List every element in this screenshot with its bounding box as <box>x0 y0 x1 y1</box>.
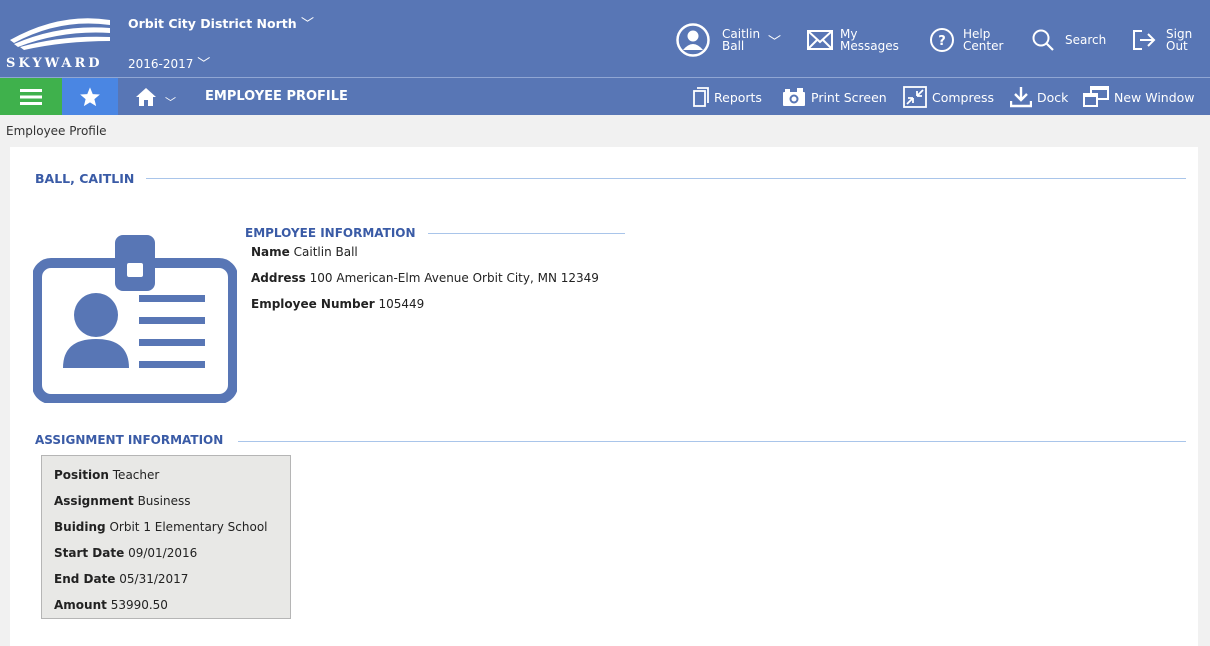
employee-number-value: 105449 <box>378 297 425 311</box>
divider <box>146 178 1186 179</box>
chevron-down-icon: ﹀ <box>301 17 315 32</box>
school-year: 2016-2017 <box>128 57 194 71</box>
district-selector[interactable]: Orbit City District North ﹀ <box>128 13 314 32</box>
my-messages-button[interactable]: My Messages <box>806 20 899 60</box>
employee-name-field: Name Caitlin Ball <box>251 245 358 259</box>
skyward-logo[interactable]: SKYWARD <box>0 0 115 77</box>
logo-wordmark: SKYWARD <box>6 56 103 71</box>
messages-label-line2: Messages <box>840 39 899 53</box>
start-date-label: Start Date <box>54 546 125 560</box>
top-header: SKYWARD Orbit City District North ﹀ 2016… <box>0 0 1210 77</box>
breadcrumb-bar: Employee Profile <box>0 115 1210 147</box>
help-label-line2: Center <box>963 39 1004 53</box>
end-date-label: End Date <box>54 572 116 586</box>
chevron-down-icon: ﹀ <box>197 57 211 72</box>
envelope-icon <box>807 30 833 50</box>
amount-field: Amount 53990.50 <box>54 598 168 612</box>
id-card-icon <box>33 235 237 403</box>
divider <box>428 233 625 234</box>
page-title: EMPLOYEE PROFILE <box>205 89 348 104</box>
employee-info-heading: EMPLOYEE INFORMATION <box>245 226 416 240</box>
compress-button[interactable]: Compress <box>903 85 994 109</box>
home-button[interactable]: ﹀ <box>118 78 193 115</box>
building-value: Orbit 1 Elementary School <box>109 520 268 534</box>
compress-icon <box>903 86 927 108</box>
amount-value: 53990.50 <box>110 598 168 612</box>
new-window-label: New Window <box>1114 89 1195 105</box>
end-date-value: 05/31/2017 <box>119 572 189 586</box>
assignment-info-heading: ASSIGNMENT INFORMATION <box>35 433 224 447</box>
print-screen-label: Print Screen <box>811 89 887 105</box>
new-window-button[interactable]: New Window <box>1083 85 1195 109</box>
dock-label: Dock <box>1037 89 1069 105</box>
building-field: Buiding Orbit 1 Elementary School <box>54 520 268 534</box>
employee-profile-panel: BALL, CAITLIN EMPLOYEE INFORMATION Name … <box>10 147 1198 646</box>
navigation-bar: ﹀ EMPLOYEE PROFILE Reports Print Screen … <box>0 77 1210 115</box>
reports-icon <box>693 87 709 107</box>
star-icon <box>80 86 100 106</box>
avatar-icon <box>676 23 710 57</box>
camera-icon <box>783 88 805 106</box>
amount-label: Amount <box>54 598 107 612</box>
breadcrumb: Employee Profile <box>6 124 107 138</box>
print-screen-button[interactable]: Print Screen <box>782 85 887 109</box>
start-date-value: 09/01/2016 <box>128 546 198 560</box>
user-menu[interactable]: Caitlin Ball ﹀ <box>676 20 781 60</box>
employee-name-heading: BALL, CAITLIN <box>35 171 135 186</box>
help-icon: ? <box>930 28 954 52</box>
signout-label-line2: Out <box>1166 39 1188 53</box>
search-icon <box>1032 29 1054 51</box>
position-field: Position Teacher <box>54 468 159 482</box>
compress-label: Compress <box>932 89 995 105</box>
name-label: Name <box>251 245 290 259</box>
assignment-value: Business <box>137 494 191 508</box>
reports-button[interactable]: Reports <box>693 85 762 109</box>
search-label: Search <box>1065 33 1107 47</box>
position-label: Position <box>54 468 109 482</box>
search-button[interactable]: Search <box>1031 20 1106 60</box>
main-menu-button[interactable] <box>0 78 62 115</box>
employee-address-field: Address 100 American-Elm Avenue Orbit Ci… <box>251 271 599 285</box>
home-icon <box>136 87 156 106</box>
building-label: Buiding <box>54 520 106 534</box>
hamburger-icon <box>20 88 42 105</box>
sign-out-icon <box>1133 30 1156 50</box>
favorites-button[interactable] <box>62 78 118 115</box>
position-value: Teacher <box>112 468 160 482</box>
dock-icon <box>1010 87 1032 108</box>
new-window-icon <box>1083 86 1109 107</box>
chevron-down-icon: ﹀ <box>165 95 176 109</box>
help-center-button[interactable]: ? Help Center <box>929 20 1003 60</box>
employee-number-field: Employee Number 105449 <box>251 297 424 311</box>
assignment-label: Assignment <box>54 494 134 508</box>
assignment-field: Assignment Business <box>54 494 191 508</box>
year-selector[interactable]: 2016-2017 ﹀ <box>128 53 210 72</box>
svg-text:?: ? <box>938 34 946 49</box>
address-label: Address <box>251 271 306 285</box>
start-date-field: Start Date 09/01/2016 <box>54 546 197 560</box>
user-last-name: Ball <box>722 39 745 53</box>
reports-label: Reports <box>714 89 762 105</box>
divider <box>238 441 1186 442</box>
dock-button[interactable]: Dock <box>1010 85 1068 109</box>
address-value: 100 American-Elm Avenue Orbit City, MN 1… <box>309 271 599 285</box>
chevron-down-icon: ﹀ <box>768 34 782 50</box>
right-gutter <box>1198 147 1210 646</box>
end-date-field: End Date 05/31/2017 <box>54 572 188 586</box>
district-name: Orbit City District North <box>128 16 297 31</box>
sign-out-button[interactable]: Sign Out <box>1131 20 1192 60</box>
name-value: Caitlin Ball <box>293 245 358 259</box>
employee-number-label: Employee Number <box>251 297 375 311</box>
assignment-box: Position Teacher Assignment Business Bui… <box>41 455 291 619</box>
